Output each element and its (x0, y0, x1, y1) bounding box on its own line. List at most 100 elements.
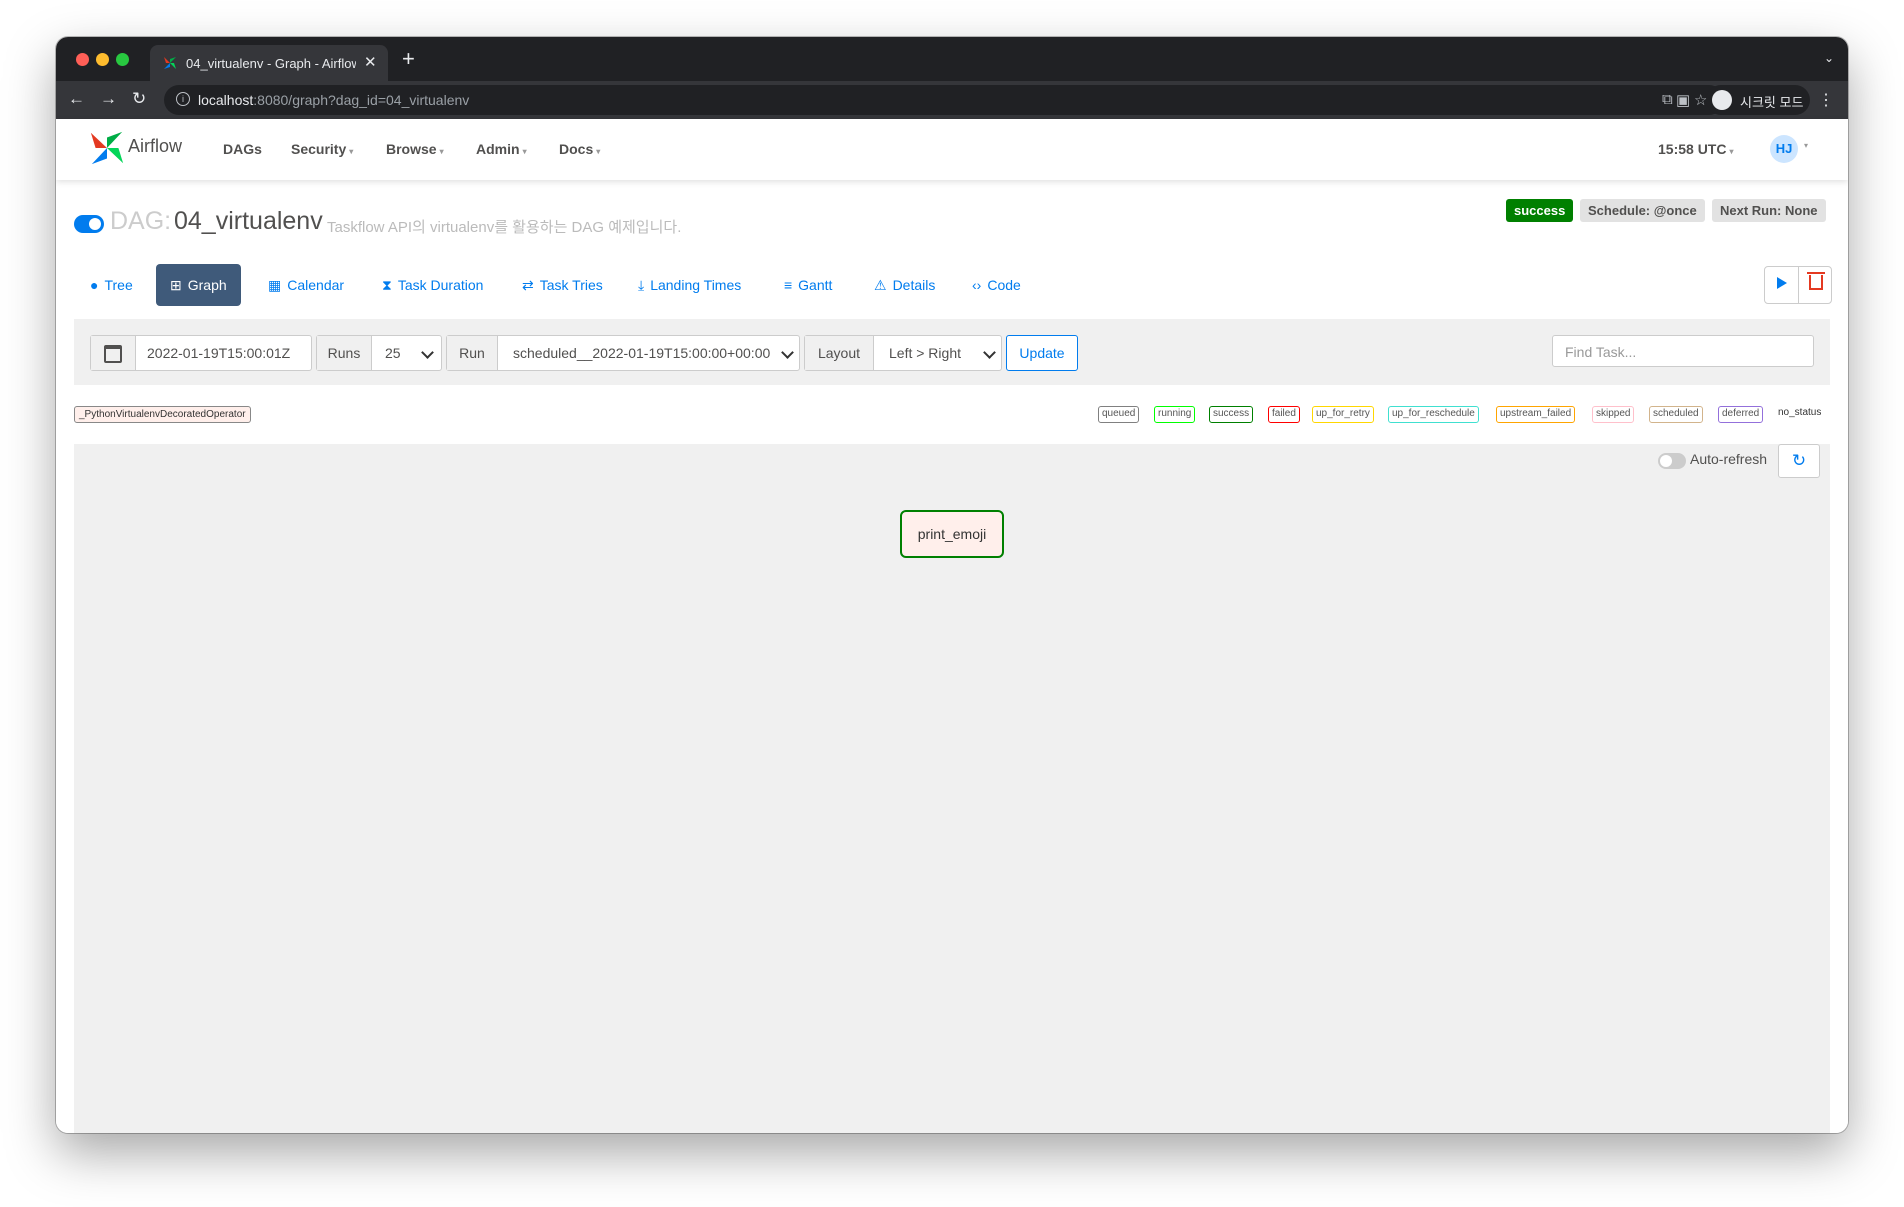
minimize-window-button[interactable] (96, 53, 109, 66)
back-icon[interactable]: ← (68, 89, 85, 109)
operator-legend-chip: _PythonVirtualenvDecoratedOperator (74, 406, 251, 423)
auto-refresh-toggle[interactable] (1658, 453, 1686, 469)
chevron-down-icon[interactable]: ▾ (1804, 141, 1808, 150)
chevron-down-icon: ▾ (596, 147, 601, 156)
runs-label: Runs (317, 336, 372, 370)
incognito-badge[interactable]: 시크릿 모드 (1706, 85, 1810, 115)
airflow-favicon-icon (164, 57, 176, 69)
runs-group: Runs 25 (316, 335, 442, 371)
task-node-print-emoji[interactable]: print_emoji (900, 510, 1004, 558)
menu-browse[interactable]: Browse ▾ (386, 141, 444, 157)
reload-icon[interactable]: ↻ (132, 89, 146, 109)
browser-menu-icon[interactable]: ⋮ (1818, 90, 1834, 110)
dag-title-prefix: DAG: (110, 207, 172, 235)
forward-icon[interactable]: → (100, 89, 117, 109)
runs-select[interactable]: 25 (385, 336, 401, 370)
update-button[interactable]: Update (1006, 335, 1078, 371)
browser-tab[interactable]: 04_virtualenv - Graph - Airflow ✕ (150, 45, 388, 81)
tab-title: 04_virtualenv - Graph - Airflow (186, 56, 356, 71)
legend-up-for-reschedule[interactable]: up_for_reschedule (1388, 406, 1479, 423)
dag-description: Taskflow API의 virtualenv를 활용하는 DAG 예제입니다… (327, 219, 682, 236)
gantt-icon: ≡ (784, 277, 793, 293)
legend-scheduled[interactable]: scheduled (1649, 406, 1703, 423)
tab-task-tries[interactable]: ⇄ Task Tries (522, 264, 603, 306)
hourglass-icon: ⧗ (382, 277, 392, 293)
tree-icon: ● (90, 277, 99, 293)
retry-icon: ⇄ (522, 277, 534, 293)
tab-gantt[interactable]: ≡ Gantt (784, 264, 832, 306)
plane-landing-icon: ⤓ (638, 277, 645, 293)
legend-up-for-retry[interactable]: up_for_retry (1312, 406, 1374, 423)
legend-no-status[interactable]: no_status (1775, 406, 1825, 421)
menu-docs[interactable]: Docs ▾ (559, 141, 600, 157)
top-navbar: Airflow DAGs Security ▾ Browse ▾ Admin ▾ Do… (56, 119, 1848, 180)
airflow-page: Airflow DAGs Security ▾ Browse ▾ Admin ▾ Do… (56, 119, 1848, 1133)
tab-landing-times[interactable]: ⤓ Landing Times (638, 264, 741, 306)
delete-dag-trash-icon[interactable] (1807, 272, 1825, 290)
tab-calendar[interactable]: ▦ Calendar (268, 264, 344, 306)
code-icon: ‹› (972, 277, 982, 293)
legend-failed[interactable]: failed (1268, 406, 1300, 423)
incognito-label: 시크릿 모드 (1740, 95, 1804, 110)
url-text: localhost:8080/graph?dag_id=04_virtualen… (198, 92, 470, 108)
run-group: Run scheduled__2022-01-19T15:00:00+00:00 (446, 335, 800, 371)
legend-running[interactable]: running (1154, 406, 1196, 423)
new-tab-icon[interactable]: + (402, 46, 415, 72)
tab-details[interactable]: ⚠ Details (874, 264, 935, 306)
chevron-down-icon: ▾ (349, 147, 354, 156)
user-avatar[interactable]: HJ (1770, 135, 1798, 163)
menu-admin[interactable]: Admin ▾ (476, 141, 527, 157)
legend-deferred[interactable]: deferred (1718, 406, 1764, 423)
close-tab-icon[interactable]: ✕ (364, 53, 377, 71)
auto-refresh-label: Auto-refresh (1690, 451, 1768, 467)
warning-icon: ⚠ (874, 277, 887, 293)
legend-queued[interactable]: queued (1098, 406, 1140, 423)
tab-tree[interactable]: ● Tree (90, 264, 133, 306)
airflow-logo-icon[interactable] (88, 129, 126, 167)
graph-icon: ⊞ (170, 277, 182, 293)
layout-label: Layout (805, 336, 874, 370)
utc-clock[interactable]: 15:58 UTC ▾ (1658, 141, 1733, 157)
tab-task-duration[interactable]: ⧗ Task Duration (382, 264, 483, 306)
next-run-badge: Next Run: None (1712, 199, 1826, 222)
tab-search-icon[interactable]: ⌄ (1824, 51, 1834, 65)
browser-window: 04_virtualenv - Graph - Airflow ✕ + ⌄ ← … (56, 37, 1848, 1133)
close-window-button[interactable] (76, 53, 89, 66)
dag-actions (1764, 266, 1832, 304)
maximize-window-button[interactable] (116, 53, 129, 66)
dag-status-badge: success (1506, 199, 1574, 222)
translate-icon[interactable]: ⧉ (1662, 91, 1673, 108)
base-date-input[interactable]: 2022-01-19T15:00:01Z (147, 336, 290, 370)
side-panel-icon[interactable]: ▣ (1676, 91, 1690, 109)
layout-group: Layout Left > Right (804, 335, 1002, 371)
calendar-icon[interactable] (91, 336, 136, 370)
address-bar: ← → ↻ i localhost:8080/graph?dag_id=04_v… (56, 81, 1848, 119)
run-select[interactable]: scheduled__2022-01-19T15:00:00+00:00 (513, 336, 770, 370)
trigger-dag-play-icon[interactable] (1777, 277, 1787, 289)
refresh-icon[interactable]: ↻ (1778, 444, 1820, 478)
legend-success[interactable]: success (1209, 406, 1254, 423)
dag-title: 04_virtualenv (174, 207, 323, 235)
dag-pause-toggle[interactable] (74, 215, 104, 233)
base-date-group: 2022-01-19T15:00:01Z (90, 335, 312, 371)
tab-graph[interactable]: ⊞ Graph (156, 264, 241, 306)
chevron-down-icon[interactable] (781, 346, 794, 359)
brand-name[interactable]: Airflow (128, 136, 182, 157)
legend-upstream-failed[interactable]: upstream_failed (1496, 406, 1576, 423)
browser-tab-bar: 04_virtualenv - Graph - Airflow ✕ + ⌄ (56, 37, 1848, 81)
run-label: Run (447, 336, 498, 370)
find-task-input[interactable]: Find Task... (1552, 335, 1814, 367)
url-input[interactable]: i localhost:8080/graph?dag_id=04_virtual… (164, 85, 1724, 115)
menu-security[interactable]: Security ▾ (291, 141, 353, 157)
menu-dags[interactable]: DAGs (223, 141, 262, 157)
schedule-badge: Schedule: @once (1580, 199, 1705, 222)
tab-code[interactable]: ‹› Code (972, 264, 1021, 306)
site-info-icon[interactable]: i (176, 92, 190, 106)
layout-select[interactable]: Left > Right (889, 336, 961, 370)
chevron-down-icon[interactable] (983, 346, 996, 359)
chevron-down-icon[interactable] (421, 346, 434, 359)
legend-skipped[interactable]: skipped (1592, 406, 1635, 423)
graph-canvas[interactable]: Auto-refresh ↻ print_emoji (74, 444, 1830, 1133)
incognito-icon (1712, 90, 1732, 110)
graph-toolbar: 2022-01-19T15:00:01Z Runs 25 Run schedul… (74, 319, 1830, 385)
